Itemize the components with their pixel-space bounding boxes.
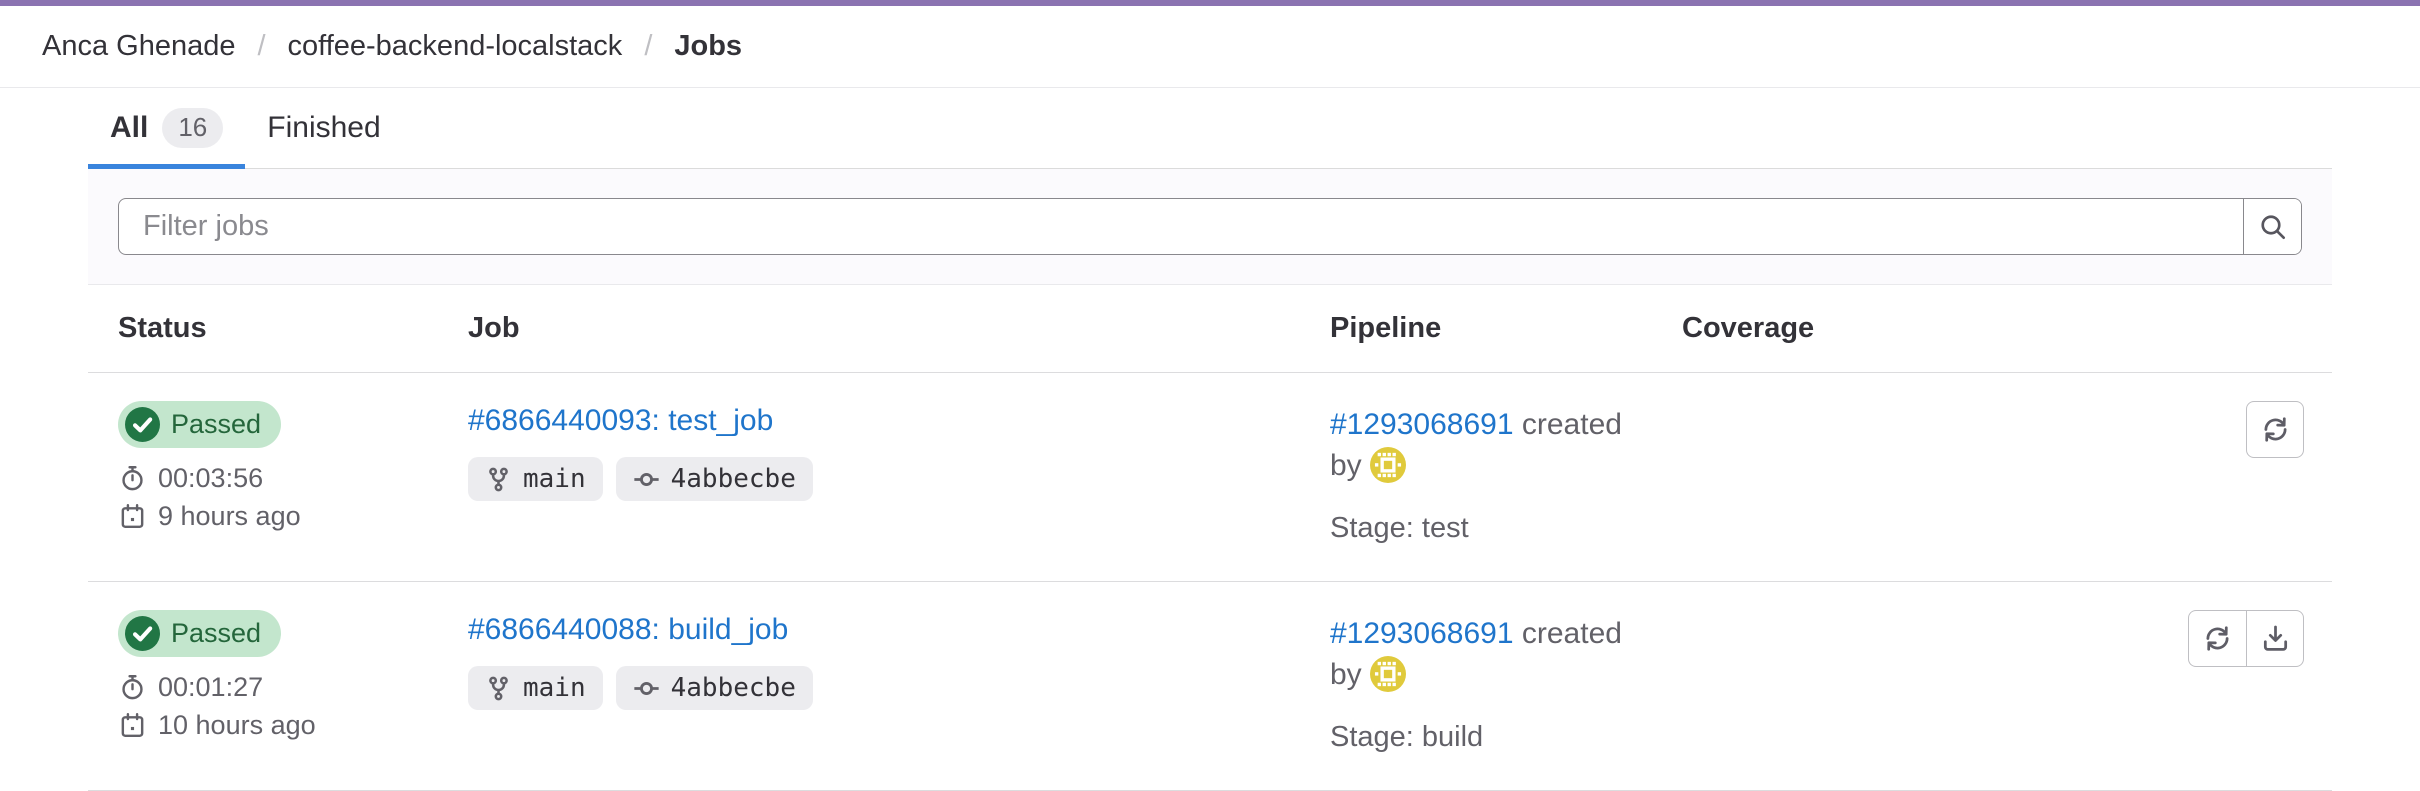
- branch-icon: [485, 675, 512, 702]
- status-passed-icon: [125, 616, 160, 651]
- job-cell: #6866440088: build_job main 4abbecbe: [438, 610, 1300, 710]
- avatar-identicon: [1370, 656, 1406, 692]
- status-badge: Passed: [118, 610, 281, 657]
- breadcrumb-project-link[interactable]: coffee-backend-localstack: [288, 30, 623, 63]
- timer-icon: [118, 464, 147, 493]
- search-icon: [2257, 211, 2289, 243]
- breadcrumb-group-link[interactable]: Anca Ghenade: [42, 30, 235, 63]
- status-cell: Passed 00:01:27 10 hours ago: [88, 610, 438, 741]
- branch-icon: [485, 466, 512, 493]
- job-link[interactable]: #6866440088: build_job: [468, 613, 788, 647]
- header-pipeline: Pipeline: [1300, 312, 1652, 345]
- commit-sha-badge[interactable]: 4abbecbe: [616, 666, 813, 710]
- commit-icon: [633, 466, 660, 493]
- download-artifacts-button[interactable]: [2246, 610, 2304, 667]
- avatar-identicon: [1370, 447, 1406, 483]
- calendar-icon: [118, 711, 147, 740]
- status-badge: Passed: [118, 401, 281, 448]
- retry-job-button[interactable]: [2246, 401, 2304, 458]
- avatar[interactable]: [1370, 447, 1406, 483]
- job-age: 10 hours ago: [118, 710, 438, 741]
- filter-jobs-input[interactable]: [119, 199, 2243, 254]
- tab-finished[interactable]: Finished: [245, 88, 402, 168]
- status-passed-icon: [125, 407, 160, 442]
- tab-finished-label: Finished: [267, 111, 380, 145]
- avatar[interactable]: [1370, 656, 1406, 692]
- jobs-tabs: All 16 Finished: [88, 88, 2332, 169]
- job-link[interactable]: #6866440093: test_job: [468, 404, 773, 438]
- commit-icon: [633, 675, 660, 702]
- breadcrumb: Anca Ghenade / coffee-backend-localstack…: [0, 6, 2420, 88]
- retry-icon: [2259, 413, 2292, 446]
- calendar-icon: [118, 502, 147, 531]
- actions-cell: [1982, 610, 2332, 667]
- job-cell: #6866440093: test_job main 4abbecbe: [438, 401, 1300, 501]
- pipeline-link[interactable]: #1293068691: [1330, 408, 1514, 441]
- branch-ref-badge[interactable]: main: [468, 666, 603, 710]
- pipeline-cell: #1293068691 created by Stage: build: [1300, 610, 1652, 754]
- breadcrumb-current-page: Jobs: [674, 30, 742, 63]
- pipeline-stage: Stage: build: [1330, 721, 1652, 754]
- download-icon: [2259, 622, 2292, 655]
- breadcrumb-separator: /: [644, 30, 652, 63]
- status-label: Passed: [171, 618, 261, 649]
- commit-sha-badge[interactable]: 4abbecbe: [616, 457, 813, 501]
- header-actions: [1982, 312, 2332, 345]
- table-row: Passed 00:01:27 10 hours ago #6866440088…: [88, 582, 2332, 791]
- breadcrumb-separator: /: [257, 30, 265, 63]
- retry-job-button[interactable]: [2188, 610, 2246, 667]
- pipeline-link[interactable]: #1293068691: [1330, 617, 1514, 650]
- job-duration: 00:03:56: [118, 463, 438, 494]
- pipeline-stage: Stage: test: [1330, 512, 1652, 545]
- header-job: Job: [438, 312, 1300, 345]
- tab-all-count-badge: 16: [162, 108, 223, 148]
- actions-cell: [1982, 401, 2332, 458]
- search-button[interactable]: [2243, 199, 2301, 254]
- job-duration: 00:01:27: [118, 672, 438, 703]
- pipeline-cell: #1293068691 created by Stage: test: [1300, 401, 1652, 545]
- tab-all[interactable]: All 16: [88, 88, 245, 168]
- table-row: Passed 00:03:56 9 hours ago #6866440093:…: [88, 373, 2332, 582]
- header-status: Status: [88, 312, 438, 345]
- retry-icon: [2201, 622, 2234, 655]
- timer-icon: [118, 673, 147, 702]
- tab-all-label: All: [110, 111, 148, 145]
- header-coverage: Coverage: [1652, 312, 1982, 345]
- table-header-row: Status Job Pipeline Coverage: [88, 285, 2332, 373]
- jobs-table: Status Job Pipeline Coverage Passed 00:0…: [88, 285, 2332, 791]
- job-age: 9 hours ago: [118, 501, 438, 532]
- filter-bar: [88, 169, 2332, 285]
- status-label: Passed: [171, 409, 261, 440]
- branch-ref-badge[interactable]: main: [468, 457, 603, 501]
- status-cell: Passed 00:03:56 9 hours ago: [88, 401, 438, 532]
